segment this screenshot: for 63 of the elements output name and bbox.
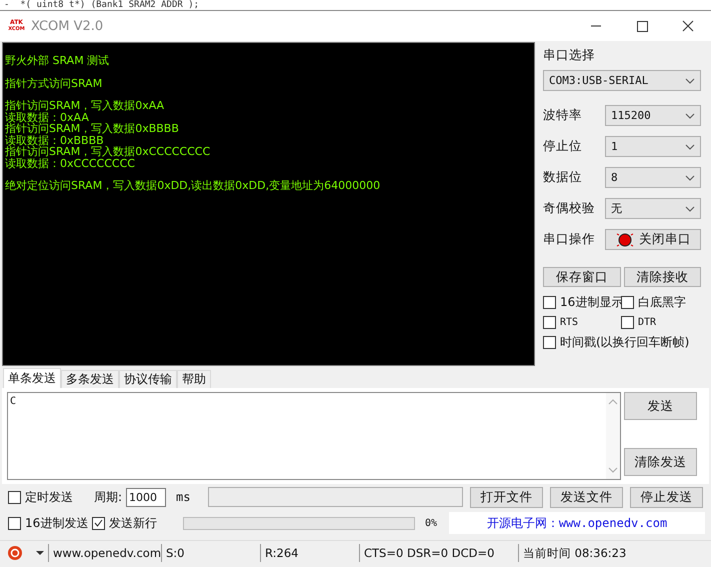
setting-dropdown[interactable]: 1 bbox=[605, 136, 701, 157]
status-field: 当前时间 08:36:23 bbox=[518, 544, 711, 562]
receive-line: 绝对定位访问SRAM，写入数据0xDD,读出数据0xDD,变量地址为64000000 bbox=[5, 180, 382, 192]
background-code: - *( uint8 t*) (Bank1 SRAM2 ADDR ); bbox=[3, 0, 200, 10]
setting-label: 奇偶校验 bbox=[543, 200, 596, 217]
chevron-icon bbox=[685, 206, 695, 212]
unit-label: ms bbox=[175, 490, 192, 504]
power-dropdown-icon[interactable] bbox=[6, 544, 46, 562]
progress-reading: 0% bbox=[425, 518, 438, 528]
status-field: CTS=0 DSR=0 DCD=0 bbox=[359, 544, 518, 562]
tab[interactable]: 单条发送 bbox=[3, 368, 61, 388]
file-path-field[interactable] bbox=[208, 487, 464, 507]
status-field: R:264 bbox=[260, 544, 359, 562]
check-icon bbox=[93, 518, 104, 528]
status-field: S:0 bbox=[161, 544, 260, 562]
port-select-label: 串口选择 bbox=[543, 47, 596, 64]
setting-label: 波特率 bbox=[543, 107, 583, 124]
file-button[interactable]: 打开文件 bbox=[470, 486, 544, 508]
new-line-checkbox[interactable]: 发送新行 bbox=[92, 514, 157, 532]
tab[interactable]: 多条发送 bbox=[61, 370, 119, 388]
scroll-down-icon[interactable] bbox=[608, 467, 618, 473]
period-label: 周期: bbox=[94, 488, 122, 506]
scrollbar[interactable] bbox=[606, 393, 620, 479]
timed-send-checkbox[interactable]: 定时发送 bbox=[8, 488, 88, 506]
setting-label: 停止位 bbox=[543, 138, 583, 155]
file-button[interactable]: 停止发送 bbox=[630, 486, 704, 508]
hex-send-checkbox[interactable]: 16进制发送 bbox=[8, 514, 88, 532]
scroll-up-icon[interactable] bbox=[608, 399, 618, 405]
period-field[interactable]: 1000 bbox=[126, 488, 166, 506]
send-button[interactable]: 清除发送 bbox=[624, 448, 697, 476]
receive-line: 读取数据：0xBBBB bbox=[5, 134, 104, 146]
receive-line: 读取数据：0xCCCCCCCC bbox=[5, 158, 136, 169]
receive-line: 指针方式访问SRAM bbox=[5, 78, 104, 89]
send-button[interactable]: 发送 bbox=[624, 392, 697, 420]
port-operation-label: 串口操作 bbox=[543, 231, 596, 248]
setting-label: 数据位 bbox=[543, 169, 583, 186]
setting-dropdown[interactable]: 115200 bbox=[605, 105, 701, 126]
receive-line: 指针访问SRAM，写入数据0xBBBB bbox=[5, 123, 180, 134]
chevron-icon bbox=[685, 174, 695, 180]
chevron-icon bbox=[685, 112, 695, 118]
port-dropdown[interactable]: COM3:USB-SERIAL bbox=[543, 70, 701, 91]
status-field: www.openedv.com bbox=[48, 544, 161, 562]
tab[interactable]: 帮助 bbox=[177, 370, 211, 388]
setting-dropdown[interactable]: 8 bbox=[605, 167, 701, 188]
setting-dropdown[interactable]: 无 bbox=[605, 198, 701, 219]
chevron-icon bbox=[685, 78, 695, 84]
receive-line: 指针访问SRAM，写入数据0xCCCCCCCC bbox=[5, 146, 212, 158]
receive-line: 野火外部 SRAM 测试 bbox=[5, 55, 110, 66]
receive-button[interactable]: 保存窗口 bbox=[543, 267, 620, 287]
option-checkbox[interactable]: RTS bbox=[543, 316, 621, 329]
option-checkbox[interactable]: 时间戳(以换行回车断帧) bbox=[543, 334, 701, 351]
receive-line: 读取数据：0xAA bbox=[5, 112, 90, 123]
receive-button[interactable]: 清除接收 bbox=[624, 267, 701, 287]
receive-line: 指针访问SRAM，写入数据0xAA bbox=[5, 100, 166, 112]
option-checkbox[interactable]: 白底黑字 bbox=[621, 294, 701, 311]
chevron-icon bbox=[685, 144, 695, 150]
option-checkbox[interactable]: DTR bbox=[621, 316, 701, 329]
send-text-field[interactable]: C bbox=[7, 392, 621, 480]
tab[interactable]: 协议传输 bbox=[119, 370, 177, 388]
window-title: XCOM V2.0 bbox=[31, 18, 104, 34]
website-banner[interactable]: 开源电子网：www.openedv.com bbox=[449, 512, 705, 534]
close-port-button[interactable]: 关闭串口 bbox=[605, 229, 701, 250]
file-button[interactable]: 发送文件 bbox=[550, 486, 624, 508]
